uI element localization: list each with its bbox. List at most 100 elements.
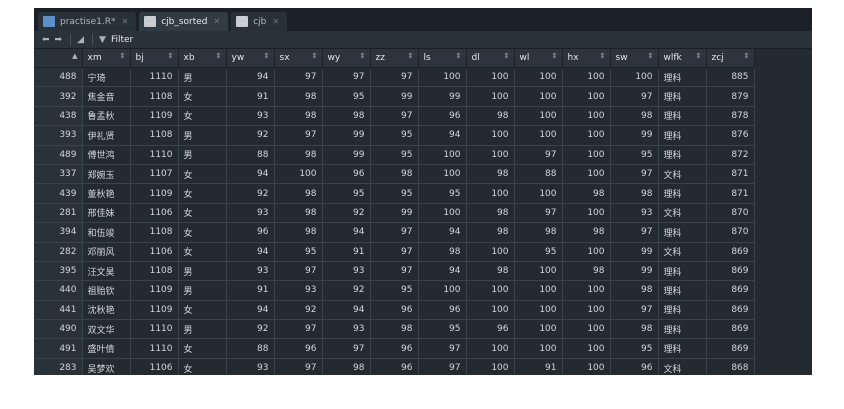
column-header-xm[interactable]: xm ⇕	[82, 49, 131, 68]
table-cell[interactable]: 871	[706, 164, 755, 185]
table-cell[interactable]: 1110	[130, 67, 179, 88]
table-cell[interactable]: 女	[178, 164, 227, 185]
table-cell[interactable]: 100	[514, 261, 563, 282]
table-cell[interactable]: 93	[226, 106, 275, 127]
row-index-cell[interactable]: 282	[34, 242, 83, 262]
table-cell[interactable]: 100	[514, 86, 563, 107]
forward-arrow-icon[interactable]: ➡	[55, 35, 63, 45]
table-cell[interactable]: 93	[226, 203, 275, 224]
table-cell[interactable]: 男	[178, 280, 227, 301]
table-cell[interactable]: 97	[418, 358, 467, 375]
table-cell[interactable]: 98	[322, 358, 371, 375]
table-cell[interactable]: 文科	[658, 164, 707, 185]
table-cell[interactable]: 1110	[130, 319, 179, 340]
table-cell[interactable]: 96	[370, 300, 419, 321]
table-cell[interactable]: 94	[322, 222, 371, 243]
table-cell[interactable]: 95	[418, 183, 467, 204]
table-cell[interactable]: 98	[418, 242, 467, 262]
table-cell[interactable]: 100	[466, 338, 515, 359]
table-cell[interactable]: 1109	[130, 106, 179, 127]
table-cell[interactable]: 理科	[658, 338, 707, 359]
table-cell[interactable]: 96	[610, 358, 659, 375]
column-header-zcj[interactable]: zcj ⇕	[706, 49, 755, 68]
table-cell[interactable]: 1106	[130, 203, 179, 224]
table-cell[interactable]: 男	[178, 261, 227, 282]
table-cell[interactable]: 男	[178, 125, 227, 146]
column-header-sw[interactable]: sw ⇕	[610, 49, 659, 68]
table-cell[interactable]: 94	[418, 125, 467, 146]
table-cell[interactable]: 理科	[658, 319, 707, 340]
table-row[interactable]: 441 沈秋艳 1109 女 94 92 94 96 96 100 100 100 97 理科 869	[34, 300, 755, 321]
table-cell[interactable]: 98	[274, 203, 323, 224]
table-cell[interactable]: 100	[514, 338, 563, 359]
table-cell[interactable]: 98	[274, 222, 323, 243]
table-cell[interactable]: 97	[370, 106, 419, 127]
table-cell[interactable]: 1108	[130, 125, 179, 146]
table-cell[interactable]: 97	[274, 319, 323, 340]
table-cell[interactable]: 100	[514, 319, 563, 340]
table-cell[interactable]: 96	[370, 358, 419, 375]
table-cell[interactable]: 1110	[130, 145, 179, 165]
table-cell[interactable]: 97	[274, 358, 323, 375]
table-cell[interactable]: 98	[370, 319, 419, 340]
table-cell[interactable]: 95	[322, 86, 371, 107]
table-cell[interactable]: 876	[706, 125, 755, 146]
row-index-cell[interactable]: 490	[34, 319, 83, 340]
table-cell[interactable]: 98	[562, 222, 611, 243]
table-cell[interactable]: 盛叶倩	[82, 338, 131, 359]
table-cell[interactable]: 98	[610, 183, 659, 204]
table-row[interactable]: 491 盛叶倩 1110 女 88 96 97 96 97 100 100 100 95 理科 869	[34, 338, 755, 359]
table-cell[interactable]: 92	[322, 280, 371, 301]
table-cell[interactable]: 理科	[658, 125, 707, 146]
table-cell[interactable]: 869	[706, 319, 755, 340]
table-cell[interactable]: 869	[706, 280, 755, 301]
table-cell[interactable]: 88	[226, 145, 275, 165]
table-cell[interactable]: 女	[178, 358, 227, 375]
table-cell[interactable]: 98	[274, 183, 323, 204]
table-cell[interactable]: 96	[370, 338, 419, 359]
table-cell[interactable]: 92	[226, 183, 275, 204]
table-cell[interactable]: 92	[274, 300, 323, 321]
table-cell[interactable]: 94	[226, 67, 275, 88]
table-cell[interactable]: 男	[178, 145, 227, 165]
table-row[interactable]: 440 祖贻钦 1109 男 91 93 92 95 100 100 100 100 98 理科 869	[34, 280, 755, 301]
table-cell[interactable]: 100	[466, 300, 515, 321]
table-cell[interactable]: 1108	[130, 261, 179, 282]
table-cell[interactable]: 93	[226, 261, 275, 282]
table-cell[interactable]: 99	[370, 203, 419, 224]
table-cell[interactable]: 97	[370, 222, 419, 243]
column-header-yw[interactable]: yw ⇕	[226, 49, 275, 68]
table-cell[interactable]: 100	[418, 145, 467, 165]
table-cell[interactable]: 97	[370, 242, 419, 262]
table-cell[interactable]: 98	[274, 145, 323, 165]
table-cell[interactable]: 95	[610, 145, 659, 165]
table-cell[interactable]: 97	[418, 338, 467, 359]
table-cell[interactable]: 理科	[658, 222, 707, 243]
table-cell[interactable]: 100	[418, 203, 467, 224]
table-cell[interactable]: 邢佳妹	[82, 203, 131, 224]
row-index-cell[interactable]: 488	[34, 67, 83, 88]
filter-icon[interactable]: ▼	[99, 35, 106, 45]
table-cell[interactable]: 97	[610, 86, 659, 107]
table-cell[interactable]: 98	[466, 222, 515, 243]
table-cell[interactable]: 870	[706, 222, 755, 243]
table-cell[interactable]: 93	[322, 261, 371, 282]
table-cell[interactable]: 女	[178, 300, 227, 321]
table-cell[interactable]: 91	[514, 358, 563, 375]
table-cell[interactable]: 女	[178, 338, 227, 359]
table-row[interactable]: 490 双文华 1110 男 92 97 93 98 95 96 100 100 98 理科 869	[34, 319, 755, 340]
table-cell[interactable]: 女	[178, 86, 227, 107]
table-cell[interactable]: 95	[370, 125, 419, 146]
table-cell[interactable]: 1109	[130, 183, 179, 204]
row-index-cell[interactable]: 393	[34, 125, 83, 146]
table-cell[interactable]: 文科	[658, 242, 707, 262]
table-cell[interactable]: 94	[226, 164, 275, 185]
table-cell[interactable]: 100	[562, 145, 611, 165]
table-cell[interactable]: 94	[418, 261, 467, 282]
table-cell[interactable]: 女	[178, 242, 227, 262]
table-cell[interactable]: 100	[514, 183, 563, 204]
column-header-ls[interactable]: ls ⇕	[418, 49, 467, 68]
table-row[interactable]: 489 傅世鸿 1110 男 88 98 99 95 100 100 97 100 95 理科 872	[34, 145, 755, 165]
table-cell[interactable]: 94	[226, 242, 275, 262]
table-cell[interactable]: 100	[466, 125, 515, 146]
